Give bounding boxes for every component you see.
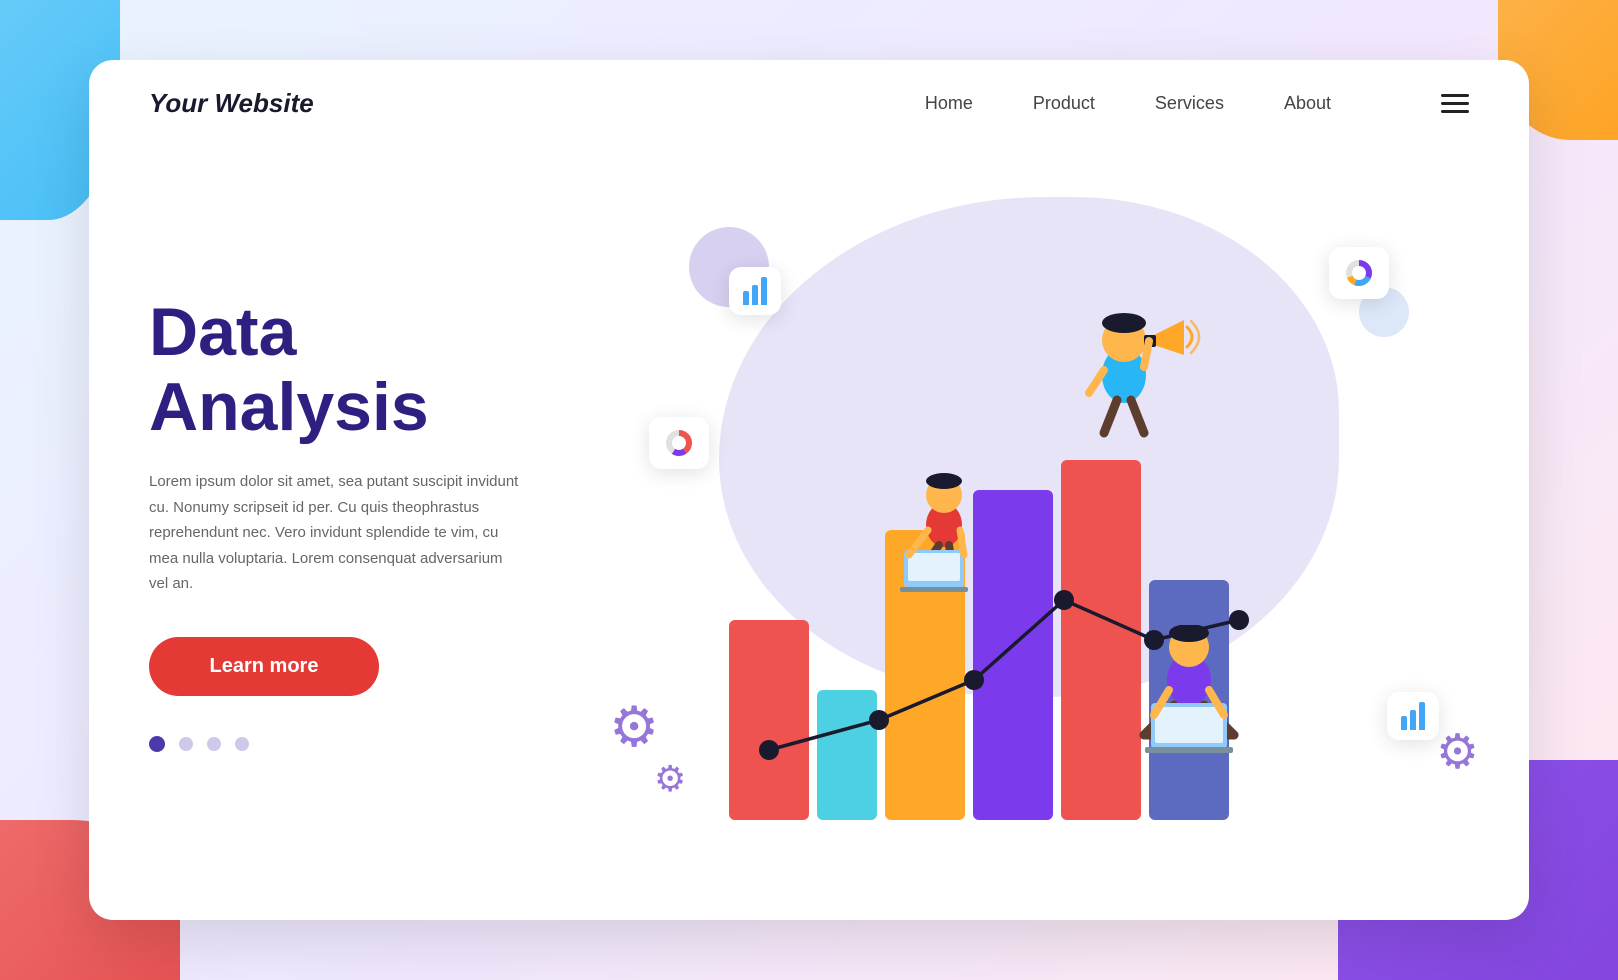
left-panel: Data Analysis Lorem ipsum dolor sit amet… (149, 147, 589, 880)
chart-bar-2 (817, 690, 877, 820)
donut-chart-icon-1 (1343, 257, 1375, 289)
mini-bar-chart-1 (743, 277, 767, 305)
gear-icon-large: ⚙ (609, 694, 659, 760)
mini-bar-chart-2 (1401, 702, 1425, 730)
hero-title: Data Analysis (149, 295, 589, 445)
nav-item-product[interactable]: Product (1033, 93, 1095, 114)
dot-1[interactable] (149, 736, 165, 752)
hamburger-menu[interactable] (1441, 94, 1469, 113)
float-card-bar-chart-2 (1387, 692, 1439, 740)
person-crosslegged-svg (1119, 625, 1259, 755)
dot-2[interactable] (179, 737, 193, 751)
line-dot-4 (1054, 590, 1074, 610)
nav-item-home[interactable]: Home (925, 93, 973, 114)
float-card-bar-chart-1 (729, 267, 781, 315)
line-dot-3 (964, 670, 984, 690)
pagination-dots (149, 736, 589, 752)
hero-description: Lorem ipsum dolor sit amet, sea putant s… (149, 469, 519, 597)
person-laptop-right (1119, 625, 1259, 760)
logo: Your Website (149, 88, 314, 119)
person-laptop-left (884, 465, 1004, 610)
chart-illustration (699, 420, 1359, 820)
float-card-donut-2 (649, 417, 709, 469)
nav-item-services[interactable]: Services (1155, 93, 1224, 114)
person-megaphone (1069, 285, 1209, 450)
line-dot-2 (869, 710, 889, 730)
donut-chart-icon-2 (663, 427, 695, 459)
main-card: Your Website Home Product Services About… (89, 60, 1529, 920)
dot-3[interactable] (207, 737, 221, 751)
chart-bar-1 (729, 620, 809, 820)
main-content: Data Analysis Lorem ipsum dolor sit amet… (89, 147, 1529, 920)
learn-more-button[interactable]: Learn more (149, 637, 379, 696)
header: Your Website Home Product Services About (89, 60, 1529, 147)
person-megaphone-svg (1069, 285, 1209, 445)
float-card-donut-1 (1329, 247, 1389, 299)
gear-icon-small: ⚙ (654, 758, 686, 800)
nav-item-about[interactable]: About (1284, 93, 1331, 114)
dot-4[interactable] (235, 737, 249, 751)
gear-icon-right: ⚙ (1436, 724, 1479, 780)
person-laptop-svg (884, 465, 1004, 605)
right-panel: ⚙ ⚙ ⚙ (589, 147, 1469, 880)
bar-and-line-chart-svg (699, 420, 1359, 820)
line-dot-1 (759, 740, 779, 760)
main-nav: Home Product Services About (925, 93, 1469, 114)
